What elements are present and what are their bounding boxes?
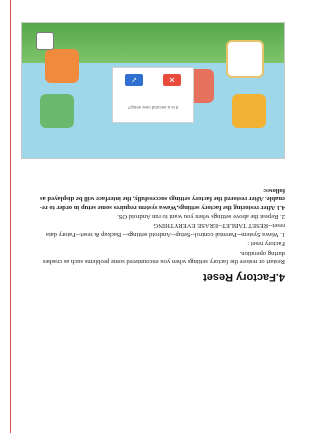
dialog-buttons: ✕ ✓ — [125, 72, 181, 86]
section-heading: 4.Factory Reset — [203, 271, 285, 283]
setup-dialog: It is a second new setup? ✕ ✓ — [112, 67, 194, 123]
manual-page: 4.Factory Reset Restart or restore the f… — [0, 0, 303, 433]
app-icon — [45, 49, 79, 83]
app-icon — [40, 94, 74, 128]
margin-line — [10, 0, 11, 433]
intro-paragraph: Restart or restore the factory settings … — [42, 249, 285, 265]
step-2: 2. Repeat the above settings when you wa… — [117, 212, 285, 220]
setup-screenshot: It is a second new setup? ✕ ✓ — [21, 22, 285, 159]
app-icon — [232, 94, 266, 128]
grid-icon — [36, 32, 54, 50]
factory-reset-label: Factory reset : — [247, 240, 285, 248]
dialog-message: It is a second new setup? — [127, 105, 179, 110]
app-icon — [226, 40, 264, 78]
close-icon[interactable]: ✕ — [163, 74, 181, 86]
section-body: Restart or restore the factory settings … — [30, 184, 285, 265]
step-1: 1. Wawa System--Parental control--Setup-… — [45, 222, 285, 238]
note-paragraph: 4.1 After restoring the factory settings… — [39, 186, 285, 211]
check-icon[interactable]: ✓ — [125, 74, 143, 86]
